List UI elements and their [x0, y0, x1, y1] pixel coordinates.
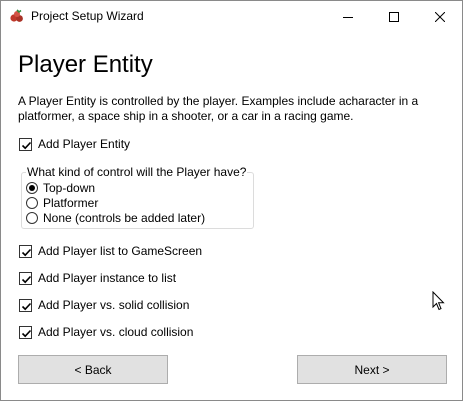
- minimize-icon: [343, 16, 353, 18]
- radio-label: Platformer: [43, 195, 99, 210]
- checkbox-box[interactable]: [19, 244, 32, 258]
- minimize-button[interactable]: [325, 1, 371, 32]
- radio-circle[interactable]: [26, 181, 38, 194]
- add-player-instance-checkbox[interactable]: Add Player instance to list: [19, 270, 176, 286]
- control-type-group-label: What kind of control will the Player hav…: [26, 165, 248, 179]
- checkbox-box[interactable]: [19, 298, 32, 312]
- checkmark-icon: [21, 248, 32, 256]
- next-button[interactable]: Next >: [297, 355, 447, 384]
- back-button[interactable]: < Back: [18, 355, 168, 384]
- page-description: A Player Entity is controlled by the pla…: [18, 94, 419, 123]
- radio-selected-dot: [29, 184, 35, 191]
- radio-label: Top-down: [43, 180, 96, 195]
- checkmark-icon: [21, 275, 32, 283]
- checkbox-label: Add Player instance to list: [38, 271, 177, 285]
- checkbox-label: Add Player vs. cloud collision: [38, 325, 194, 339]
- title-bar[interactable]: Project Setup Wizard: [1, 1, 462, 32]
- maximize-button[interactable]: [371, 1, 417, 32]
- checkbox-label: Add Player Entity: [38, 137, 131, 151]
- checkbox-box[interactable]: [19, 137, 32, 151]
- checkmark-icon: [21, 302, 32, 310]
- maximize-icon: [389, 11, 399, 22]
- solid-collision-checkbox[interactable]: Add Player vs. solid collision: [19, 297, 189, 313]
- wizard-window: Project Setup Wizard Player Entity A Pla…: [0, 0, 463, 401]
- checkbox-box[interactable]: [19, 325, 32, 339]
- checkbox-label: Add Player list to GameScreen: [38, 244, 203, 258]
- radio-label: None (controls be added later): [43, 210, 206, 225]
- radio-top-down[interactable]: Top-down: [26, 180, 95, 195]
- add-player-list-checkbox[interactable]: Add Player list to GameScreen: [19, 243, 202, 259]
- page-title: Player Entity: [18, 51, 153, 78]
- radio-platformer[interactable]: Platformer: [26, 195, 98, 210]
- cloud-collision-checkbox[interactable]: Add Player vs. cloud collision: [19, 324, 193, 340]
- close-button[interactable]: [417, 1, 463, 32]
- radio-none[interactable]: None (controls be added later): [26, 210, 205, 225]
- checkbox-label: Add Player vs. solid collision: [38, 298, 190, 312]
- checkmark-icon: [21, 141, 32, 149]
- radio-circle[interactable]: [26, 211, 38, 224]
- checkmark-icon: [21, 329, 32, 337]
- close-icon: [435, 11, 445, 22]
- checkbox-box[interactable]: [19, 271, 32, 285]
- add-player-entity-checkbox[interactable]: Add Player Entity: [19, 136, 130, 152]
- berry-app-icon: [10, 9, 23, 22]
- mouse-cursor-icon: [432, 291, 445, 311]
- radio-circle[interactable]: [26, 196, 38, 209]
- window-title: Project Setup Wizard: [31, 9, 144, 23]
